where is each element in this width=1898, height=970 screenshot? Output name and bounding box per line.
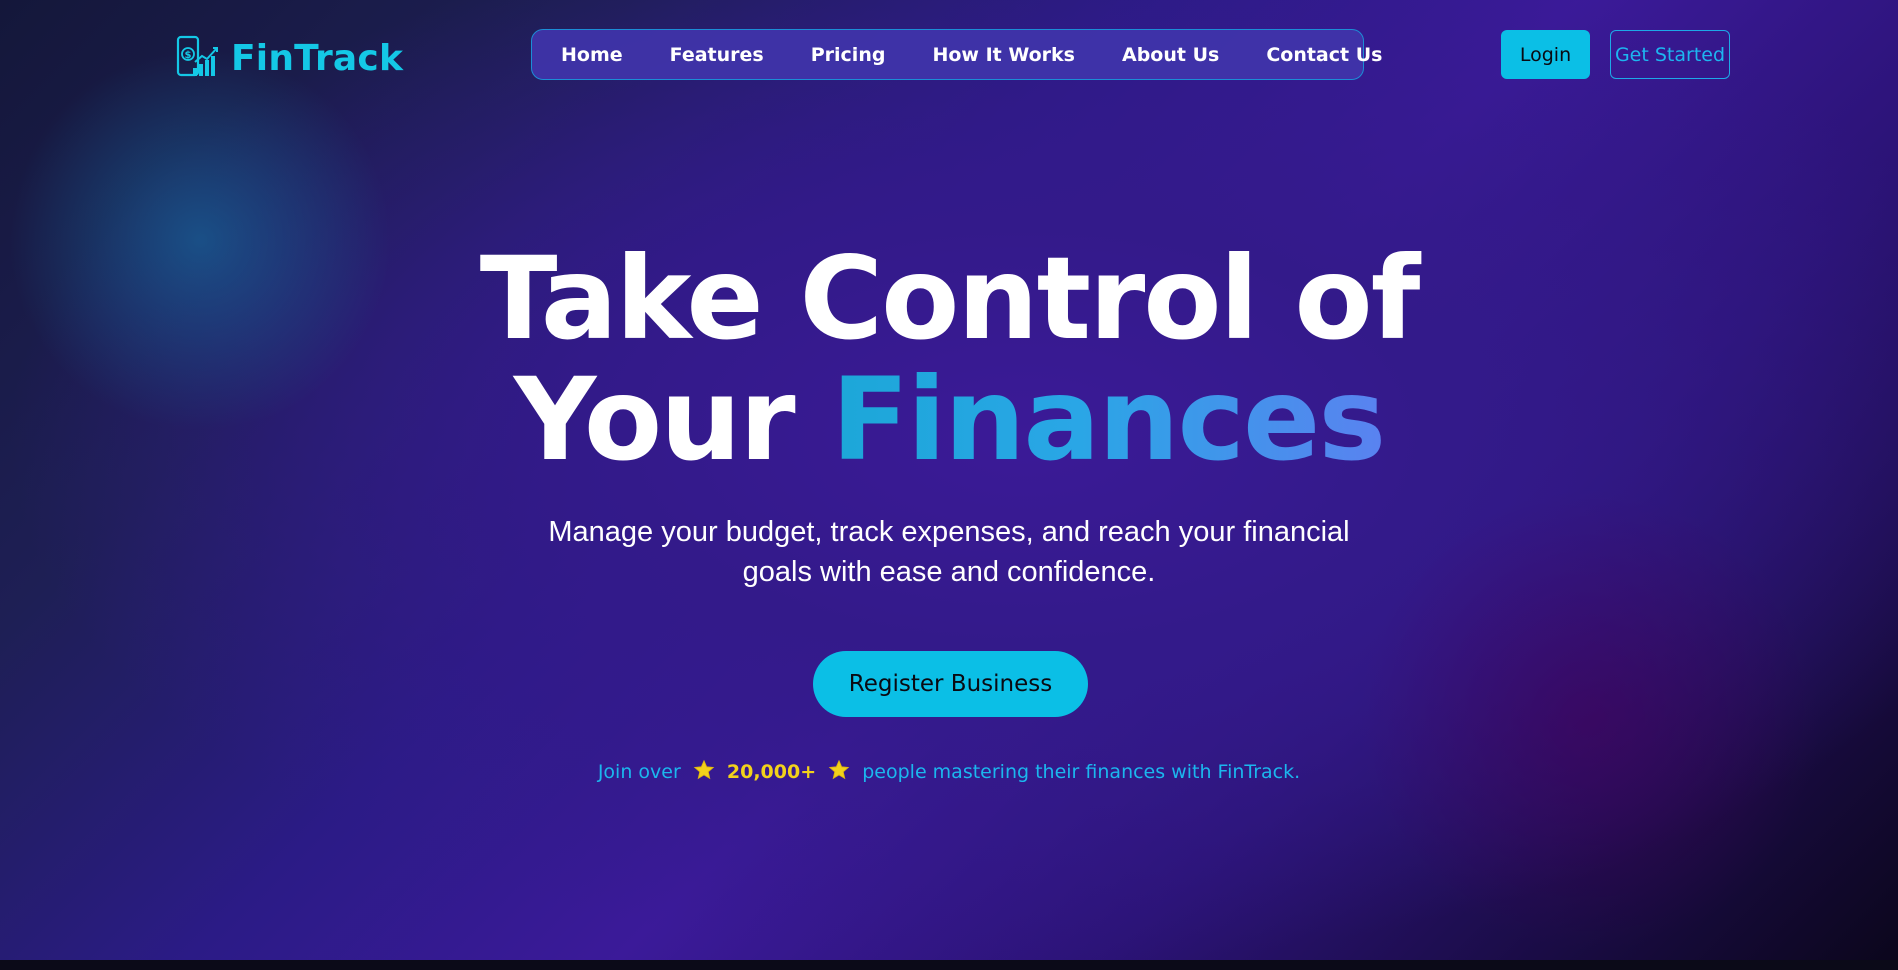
hero-subtitle-line-1: Manage your budget, track expenses, and … (548, 516, 1350, 548)
social-proof: Join over 20,000+ people mastering their… (0, 759, 1898, 783)
hero-title-line-1: Take Control of (479, 232, 1421, 365)
nav-item-about-us[interactable]: About Us (1122, 44, 1219, 66)
join-suffix: people mastering their finances with Fin… (862, 761, 1301, 783)
register-business-button[interactable]: Register Business (813, 651, 1088, 717)
hero-title-prefix: Your (513, 353, 796, 486)
nav-item-home[interactable]: Home (561, 44, 623, 66)
bottom-edge-divider (0, 960, 1898, 970)
main-nav: Home Features Pricing How It Works About… (531, 29, 1382, 80)
hero-title-highlight: Finances (831, 353, 1386, 486)
nav-item-contact-us[interactable]: Contact Us (1266, 44, 1382, 66)
get-started-button[interactable]: Get Started (1610, 30, 1730, 79)
join-prefix: Join over (597, 761, 681, 783)
nav-item-pricing[interactable]: Pricing (811, 44, 886, 66)
brand-name: FinTrack (231, 38, 404, 79)
brand-logo[interactable]: $ FinTrack (175, 34, 403, 84)
star-icon (828, 759, 850, 781)
finance-growth-icon: $ (175, 34, 221, 84)
nav-item-how-it-works[interactable]: How It Works (932, 44, 1075, 66)
star-icon (693, 759, 715, 781)
user-count: 20,000+ (726, 761, 817, 783)
login-button[interactable]: Login (1501, 30, 1590, 79)
nav-item-features[interactable]: Features (670, 44, 764, 66)
svg-text:$: $ (185, 50, 192, 61)
hero-subtitle-line-2: goals with ease and confidence. (742, 556, 1156, 588)
hero-title-line-2: Your Finances (0, 363, 1898, 477)
hero-subtitle: Manage your budget, track expenses, and … (449, 512, 1449, 592)
